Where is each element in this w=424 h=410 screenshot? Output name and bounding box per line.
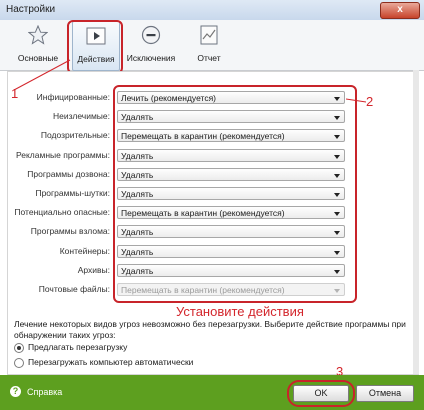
close-button[interactable]: x [380, 2, 420, 19]
action-label: Почтовые файлы: [38, 284, 110, 294]
annotation-arrow-1 [13, 59, 71, 91]
reboot-note: Лечение некоторых видов угроз невозможно… [14, 319, 406, 340]
radio-auto-reboot-label: Перезагружать компьютер автоматически [28, 357, 194, 367]
action-label: Контейнеры: [59, 246, 110, 256]
action-label: Рекламные программы: [15, 150, 110, 160]
annotation-arrow-2 [346, 98, 367, 103]
action-label: Программы дозвона: [27, 169, 110, 179]
help-link[interactable]: Справка [27, 387, 62, 397]
minus-circle-icon [141, 25, 161, 45]
action-label: Потенциально опасные: [14, 207, 110, 217]
report-chart-icon [200, 25, 218, 45]
action-label: Программы взлома: [30, 226, 110, 236]
ok-button[interactable]: OK [293, 385, 349, 402]
window-title: Настройки [6, 4, 56, 15]
radio-offer-reboot-label: Предлагать перезагрузку [28, 342, 128, 352]
action-label: Неизлечимые: [52, 111, 110, 121]
action-label: Программы-шутки: [35, 188, 110, 198]
tab-exclusions[interactable]: Исключения [127, 21, 175, 69]
action-label: Архивы: [77, 265, 110, 275]
annotation-box-actions [113, 85, 357, 303]
radio-auto-reboot[interactable] [14, 358, 24, 368]
annotation-hint: Установите действия [176, 304, 304, 319]
help-icon[interactable]: ? [10, 386, 21, 397]
window-titlebar: Настройки x [0, 0, 424, 21]
action-label: Подозрительные: [40, 130, 110, 140]
cancel-button[interactable]: Отмена [356, 385, 414, 402]
tab-report[interactable]: Отчет [186, 21, 232, 69]
tab-exclusions-label: Исключения [126, 53, 176, 63]
star-icon [28, 25, 48, 45]
radio-offer-reboot[interactable] [14, 343, 24, 353]
close-icon: x [397, 4, 403, 15]
scrollbar[interactable] [413, 70, 419, 374]
tab-report-label: Отчет [197, 53, 221, 63]
